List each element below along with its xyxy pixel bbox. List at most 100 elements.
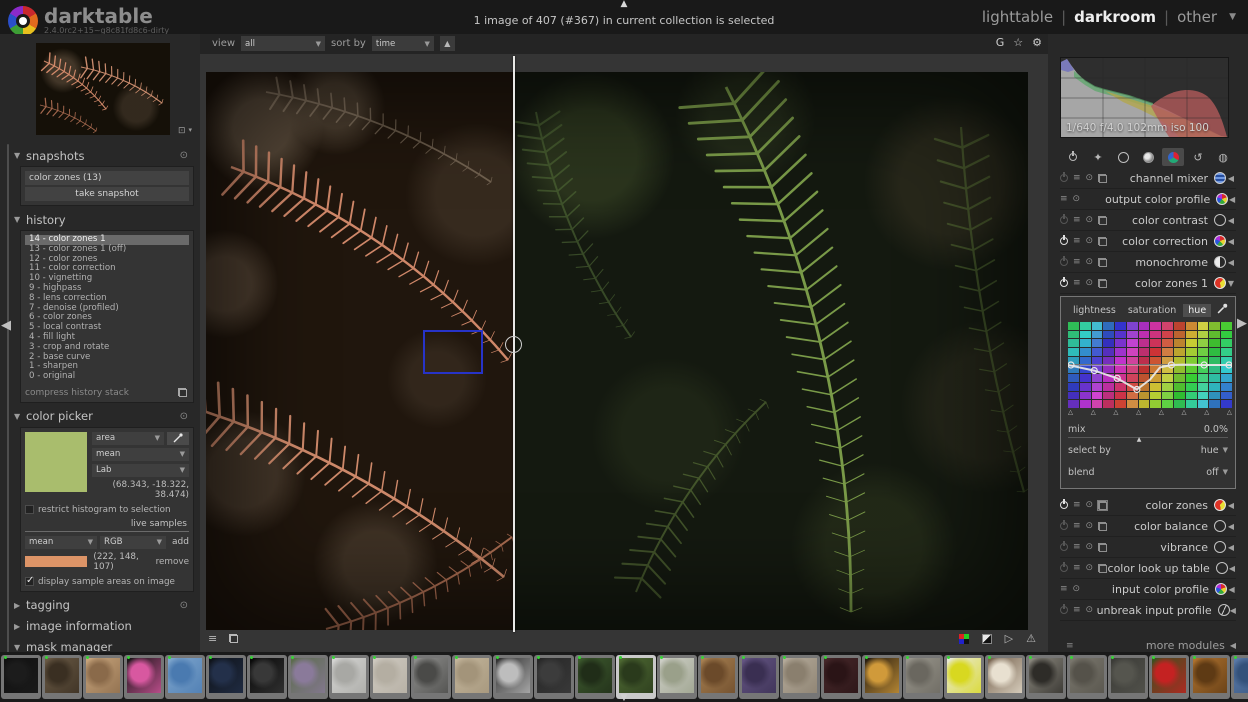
filmstrip-thumbnail[interactable] [1108,655,1148,699]
module-expand-arrow[interactable]: ◀ [1228,564,1236,573]
hamburger-icon[interactable]: ≡ [1066,641,1074,651]
module-presets-icon[interactable] [1098,521,1108,531]
module-instance-icon[interactable]: ≡ [1073,500,1081,510]
reset-icon[interactable]: ⊙ [180,600,188,611]
module-expand-arrow[interactable]: ◀ [1226,237,1236,246]
sample-color-chip[interactable] [25,556,88,568]
raw-overexposed-icon[interactable]: ⚠ [1026,632,1036,645]
module-label[interactable]: vibrance [1118,541,1214,554]
module-reset-icon[interactable]: ⊙ [1073,194,1081,204]
filmstrip-thumbnail[interactable] [944,655,984,699]
filmstrip-thumbnail[interactable] [1231,655,1248,699]
presets-menu-icon[interactable]: ≡ [208,632,217,645]
picker-space-dropdown[interactable]: Lab ▼ [92,463,189,477]
filmstrip-thumbnail[interactable] [1190,655,1230,699]
module-power-icon[interactable] [1060,235,1068,245]
filmstrip-thumbnail[interactable] [780,655,820,699]
module-reset-icon[interactable]: ⊙ [1086,563,1094,573]
module-presets-icon[interactable] [1098,278,1108,288]
filmstrip-thumbnail[interactable] [206,655,246,699]
module-label[interactable]: monochrome [1118,256,1214,269]
blend-dropdown[interactable]: off ▼ [1206,467,1228,478]
module-instance-icon[interactable]: ≡ [1073,605,1081,615]
filmstrip-thumbnail[interactable] [370,655,410,699]
module-reset-icon[interactable]: ⊙ [1086,542,1094,552]
module-expand-arrow[interactable]: ◀ [1226,216,1236,225]
compress-history-button[interactable]: compress history stack [25,388,129,398]
reset-icon[interactable]: ⊙ [180,411,188,422]
zoom-dropdown-icon[interactable]: ▾ [189,126,193,136]
filmstrip-thumbnail[interactable] [657,655,697,699]
snapshots-header[interactable]: ▼ snapshots ⊙ [14,148,196,163]
cz-tab-lightness[interactable]: lightness [1068,304,1121,317]
module-group-color-icon[interactable] [1162,148,1184,166]
filmstrip-thumbnail[interactable] [575,655,615,699]
module-expand-arrow[interactable]: ◀ [1226,258,1236,267]
module-reset-icon[interactable]: ⊙ [1086,236,1094,246]
left-panel-scrollbar[interactable] [7,144,9,654]
softproof-icon[interactable]: ▷ [1005,632,1013,645]
more-modules-button[interactable]: more modules [1146,639,1225,652]
module-reset-icon[interactable]: ⊙ [1086,521,1094,531]
collapse-left-arrow[interactable]: ◀ [1,318,11,333]
module-reset-icon[interactable]: ⊙ [1086,173,1094,183]
module-power-icon[interactable] [1060,499,1068,509]
module-group-basic-icon[interactable] [1112,148,1134,166]
module-power-icon[interactable] [1060,562,1068,572]
cz-tab-hue[interactable]: hue [1183,303,1212,317]
view-filter-dropdown[interactable]: all ▼ [241,36,326,51]
module-reset-icon[interactable]: ⊙ [1086,278,1094,288]
module-instance-icon[interactable]: ≡ [1073,215,1081,225]
filmstrip-thumbnail[interactable] [534,655,574,699]
filmstrip-thumbnail[interactable] [247,655,287,699]
module-expand-arrow[interactable]: ◀ [1226,522,1236,531]
gear-icon[interactable]: ⚙ [1032,36,1042,49]
filmstrip-thumbnail[interactable] [124,655,164,699]
module-presets-icon[interactable] [1098,542,1108,552]
module-power-icon[interactable] [1060,541,1068,551]
navigation-preview[interactable] [36,43,170,135]
histogram[interactable]: 1/640 f/4.0 102mm iso 100 [1060,57,1229,138]
sort-direction-button[interactable]: ▲ [439,36,455,51]
module-expand-arrow[interactable]: ▼ [1226,279,1236,288]
eyedropper-icon[interactable] [1217,303,1228,317]
module-presets-icon[interactable] [1097,499,1109,511]
select-by-dropdown[interactable]: hue ▼ [1201,445,1228,456]
filmstrip-thumbnail[interactable] [1067,655,1107,699]
color-picker-header[interactable]: ▼ color picker ⊙ [14,409,196,424]
sample-space-dropdown[interactable]: RGB ▼ [100,535,166,549]
module-reset-icon[interactable]: ⊙ [1086,500,1094,510]
tagging-header[interactable]: ▶ tagging ⊙ [14,598,196,613]
filmstrip-thumbnail[interactable] [83,655,123,699]
module-expand-arrow[interactable]: ◀ [1227,585,1236,594]
filmstrip-thumbnail[interactable] [1149,655,1189,699]
module-instance-icon[interactable]: ≡ [1073,278,1081,288]
restrict-histogram-checkbox[interactable]: restrict histogram to selection [25,505,189,515]
add-sample-button[interactable]: add [172,537,189,547]
filmstrip-thumbnail[interactable] [821,655,861,699]
module-group-correction-icon[interactable]: ↺ [1187,148,1209,166]
filmstrip-thumbnail[interactable] [1026,655,1066,699]
checkbox-icon[interactable] [25,575,34,587]
collapse-bottom-arrow[interactable]: ▼ [616,694,632,702]
filmstrip-thumbnail[interactable] [493,655,533,699]
snapshot-item[interactable]: color zones (13) [25,171,189,185]
take-snapshot-button[interactable]: take snapshot [25,187,189,201]
filmstrip-thumbnail[interactable] [1,655,41,699]
module-power-icon[interactable] [1060,277,1068,287]
filmstrip-thumbnail[interactable] [288,655,328,699]
module-power-icon[interactable] [1060,172,1068,182]
module-group-effect-icon[interactable]: ◍ [1212,148,1234,166]
module-group-favorites-icon[interactable]: ✦ [1087,148,1109,166]
module-label[interactable]: unbreak input profile [1097,604,1218,617]
module-label[interactable]: color balance [1118,520,1214,533]
module-instance-icon[interactable]: ≡ [1073,173,1081,183]
filmstrip-thumbnail[interactable] [165,655,205,699]
module-label[interactable]: color zones [1118,499,1214,512]
grouping-icon[interactable]: G [996,36,1005,49]
image-information-header[interactable]: ▶ image information [14,619,196,634]
view-item-darkroom[interactable]: darkroom [1074,8,1156,26]
view-item-other[interactable]: other [1177,8,1217,26]
module-instance-icon[interactable]: ≡ [1073,542,1081,552]
module-label[interactable]: input color profile [1112,583,1215,596]
